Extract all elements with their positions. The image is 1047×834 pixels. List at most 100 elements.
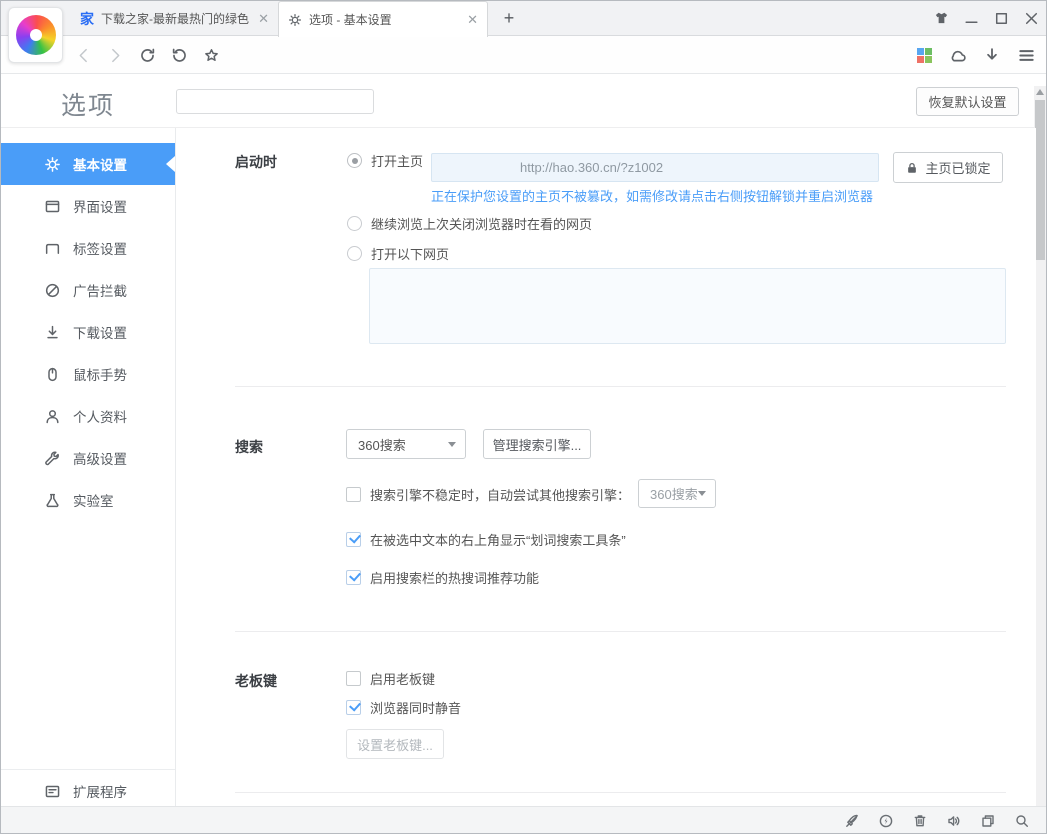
menu-icon[interactable] — [1017, 46, 1036, 65]
fallback-engine-select[interactable]: 360搜索 — [638, 479, 716, 508]
search-section-label: 搜索 — [235, 439, 263, 455]
page-title: 选项 — [61, 92, 116, 120]
sidebar-item-download[interactable]: 下载设置 — [1, 311, 175, 353]
window-icon — [45, 200, 60, 212]
person-icon — [46, 409, 59, 423]
extensions-icon — [45, 785, 60, 797]
tab2-close-icon[interactable]: ✕ — [467, 12, 478, 28]
tab1-favicon: 家 — [80, 10, 94, 27]
rocket-off-icon[interactable] — [844, 813, 860, 829]
startup-pages-list[interactable] — [369, 268, 1006, 344]
sidebar-item-extensions[interactable]: 扩展程序 — [1, 776, 175, 806]
browser-window: 家 下载之家-最新最热门的绿色 ✕ 选项 - 基本设置 ✕ + 选项 恢复默认设… — [0, 0, 1047, 834]
sidebar-item-interface[interactable]: 界面设置 — [1, 185, 175, 227]
volume-icon[interactable] — [946, 813, 962, 829]
pinwheel-logo-icon — [15, 15, 56, 55]
sidebar-item-label: 基本设置 — [73, 158, 127, 173]
radio-open-pages[interactable] — [347, 246, 362, 261]
sidebar-item-mouse-gesture[interactable]: 鼠标手势 — [1, 353, 175, 395]
sidebar-item-lab[interactable]: 实验室 — [1, 479, 175, 521]
sidebar-item-basic[interactable]: 基本设置 — [1, 143, 175, 185]
settings-sidebar: 基本设置 界面设置 标签设置 广告拦截 下载设置 鼠标手势 个人资料 高级设置 — [1, 128, 176, 806]
section-divider — [235, 631, 1006, 632]
selection-toolbar-checkbox[interactable] — [346, 532, 361, 547]
page-zoom-icon[interactable] — [1014, 813, 1030, 829]
download-icon[interactable] — [983, 46, 1001, 64]
bosskey-section-label: 老板键 — [235, 673, 277, 689]
sidebar-item-label: 鼠标手势 — [73, 368, 127, 383]
restore-windows-icon[interactable] — [980, 813, 996, 829]
tab1-title: 下载之家-最新最热门的绿色 — [101, 12, 249, 26]
search-engine-select-value: 360搜索 — [358, 437, 406, 453]
homepage-url-input[interactable]: http://hao.360.cn/?z1002 — [431, 153, 879, 182]
browser-logo[interactable] — [8, 7, 63, 63]
scrollbar-up-arrow[interactable] — [1036, 89, 1044, 95]
app-grid-icon[interactable] — [917, 47, 932, 63]
sidebar-item-profile[interactable]: 个人资料 — [1, 395, 175, 437]
radio-open-homepage[interactable] — [347, 153, 362, 168]
hotword-suggest-checkbox[interactable] — [346, 570, 361, 585]
bosskey-enable-checkbox[interactable] — [346, 671, 361, 686]
hotword-suggest-label: 启用搜索栏的热搜词推荐功能 — [370, 571, 540, 586]
radio-continue-last-session[interactable] — [347, 216, 362, 231]
gear-sun-icon — [45, 156, 60, 172]
minimize-icon[interactable] — [963, 10, 980, 27]
bosskey-mute-label: 浏览器同时静音 — [370, 701, 462, 716]
fallback-engine-checkbox[interactable] — [346, 487, 361, 502]
maximize-icon[interactable] — [993, 10, 1010, 27]
forward-icon[interactable] — [107, 47, 124, 64]
caret-down-icon — [698, 491, 706, 496]
status-bar — [1, 806, 1046, 833]
download-line-icon — [47, 325, 58, 338]
section-divider — [235, 792, 1006, 793]
bosskey-mute-checkbox[interactable] — [346, 700, 361, 715]
search-engine-select[interactable]: 360搜索 — [346, 429, 466, 459]
block-icon — [45, 283, 60, 297]
homepage-protect-note: 正在保护您设置的主页不被篡改，如需修改请点击右侧按钮解锁并重启浏览器 — [431, 189, 874, 204]
set-bosskey-button[interactable]: 设置老板键... — [346, 729, 444, 759]
sidebar-item-label: 高级设置 — [73, 452, 127, 467]
undo-icon[interactable] — [171, 47, 188, 64]
sidebar-item-label: 界面设置 — [73, 200, 127, 215]
speed-flash-icon[interactable] — [878, 813, 894, 829]
radio-open-homepage-label: 打开主页 — [371, 154, 424, 169]
bosskey-enable-label: 启用老板键 — [370, 672, 436, 687]
sidebar-item-label: 广告拦截 — [73, 284, 127, 299]
homepage-locked-label: 主页已锁定 — [925, 161, 991, 176]
back-icon[interactable] — [75, 47, 92, 64]
reset-defaults-button[interactable]: 恢复默认设置 — [916, 87, 1019, 116]
flask-icon — [46, 493, 59, 507]
trash-icon[interactable] — [912, 813, 928, 829]
homepage-locked-button[interactable]: 主页已锁定 — [893, 152, 1003, 183]
radio-continue-label: 继续浏览上次关闭浏览器时在看的网页 — [371, 217, 593, 232]
fallback-engine-label: 搜索引擎不稳定时，自动尝试其他搜索引擎： — [370, 488, 631, 503]
settings-page-header: 选项 恢复默认设置 — [1, 74, 1046, 128]
sidebar-item-advanced[interactable]: 高级设置 — [1, 437, 175, 479]
startup-section-label: 启动时 — [235, 154, 277, 170]
tab-settings[interactable]: 选项 - 基本设置 ✕ — [278, 1, 488, 37]
settings-content: 启动时 打开主页 http://hao.360.cn/?z1002 主页已锁定 … — [176, 128, 1036, 806]
tab-downloads-home[interactable]: 家 下载之家-最新最热门的绿色 ✕ — [71, 1, 278, 36]
cloud-icon[interactable] — [948, 46, 967, 65]
tab-icon — [45, 243, 60, 254]
new-tab-button[interactable]: + — [497, 7, 521, 31]
selection-toolbar-label: 在被选中文本的右上角显示“划词搜索工具条” — [370, 533, 626, 548]
manage-search-engines-button[interactable]: 管理搜索引擎... — [483, 429, 591, 459]
sidebar-item-label: 实验室 — [73, 494, 114, 509]
star-icon[interactable] — [203, 47, 220, 64]
sidebar-divider — [1, 769, 175, 770]
tab2-title: 选项 - 基本设置 — [309, 13, 392, 27]
scrollbar-thumb[interactable] — [1035, 100, 1045, 260]
settings-search-input[interactable] — [176, 89, 374, 114]
sidebar-item-tabs[interactable]: 标签设置 — [1, 227, 175, 269]
caret-down-icon — [448, 441, 456, 447]
sidebar-item-adblock[interactable]: 广告拦截 — [1, 269, 175, 311]
tab1-close-icon[interactable]: ✕ — [258, 11, 269, 27]
reload-icon[interactable] — [139, 47, 156, 64]
radio-open-pages-label: 打开以下网页 — [371, 247, 450, 262]
fallback-engine-select-value: 360搜索 — [650, 487, 698, 502]
close-icon[interactable] — [1023, 10, 1040, 27]
wrench-icon — [45, 451, 59, 465]
theme-shirt-icon[interactable] — [933, 10, 950, 27]
sidebar-footer-label: 扩展程序 — [73, 785, 127, 800]
